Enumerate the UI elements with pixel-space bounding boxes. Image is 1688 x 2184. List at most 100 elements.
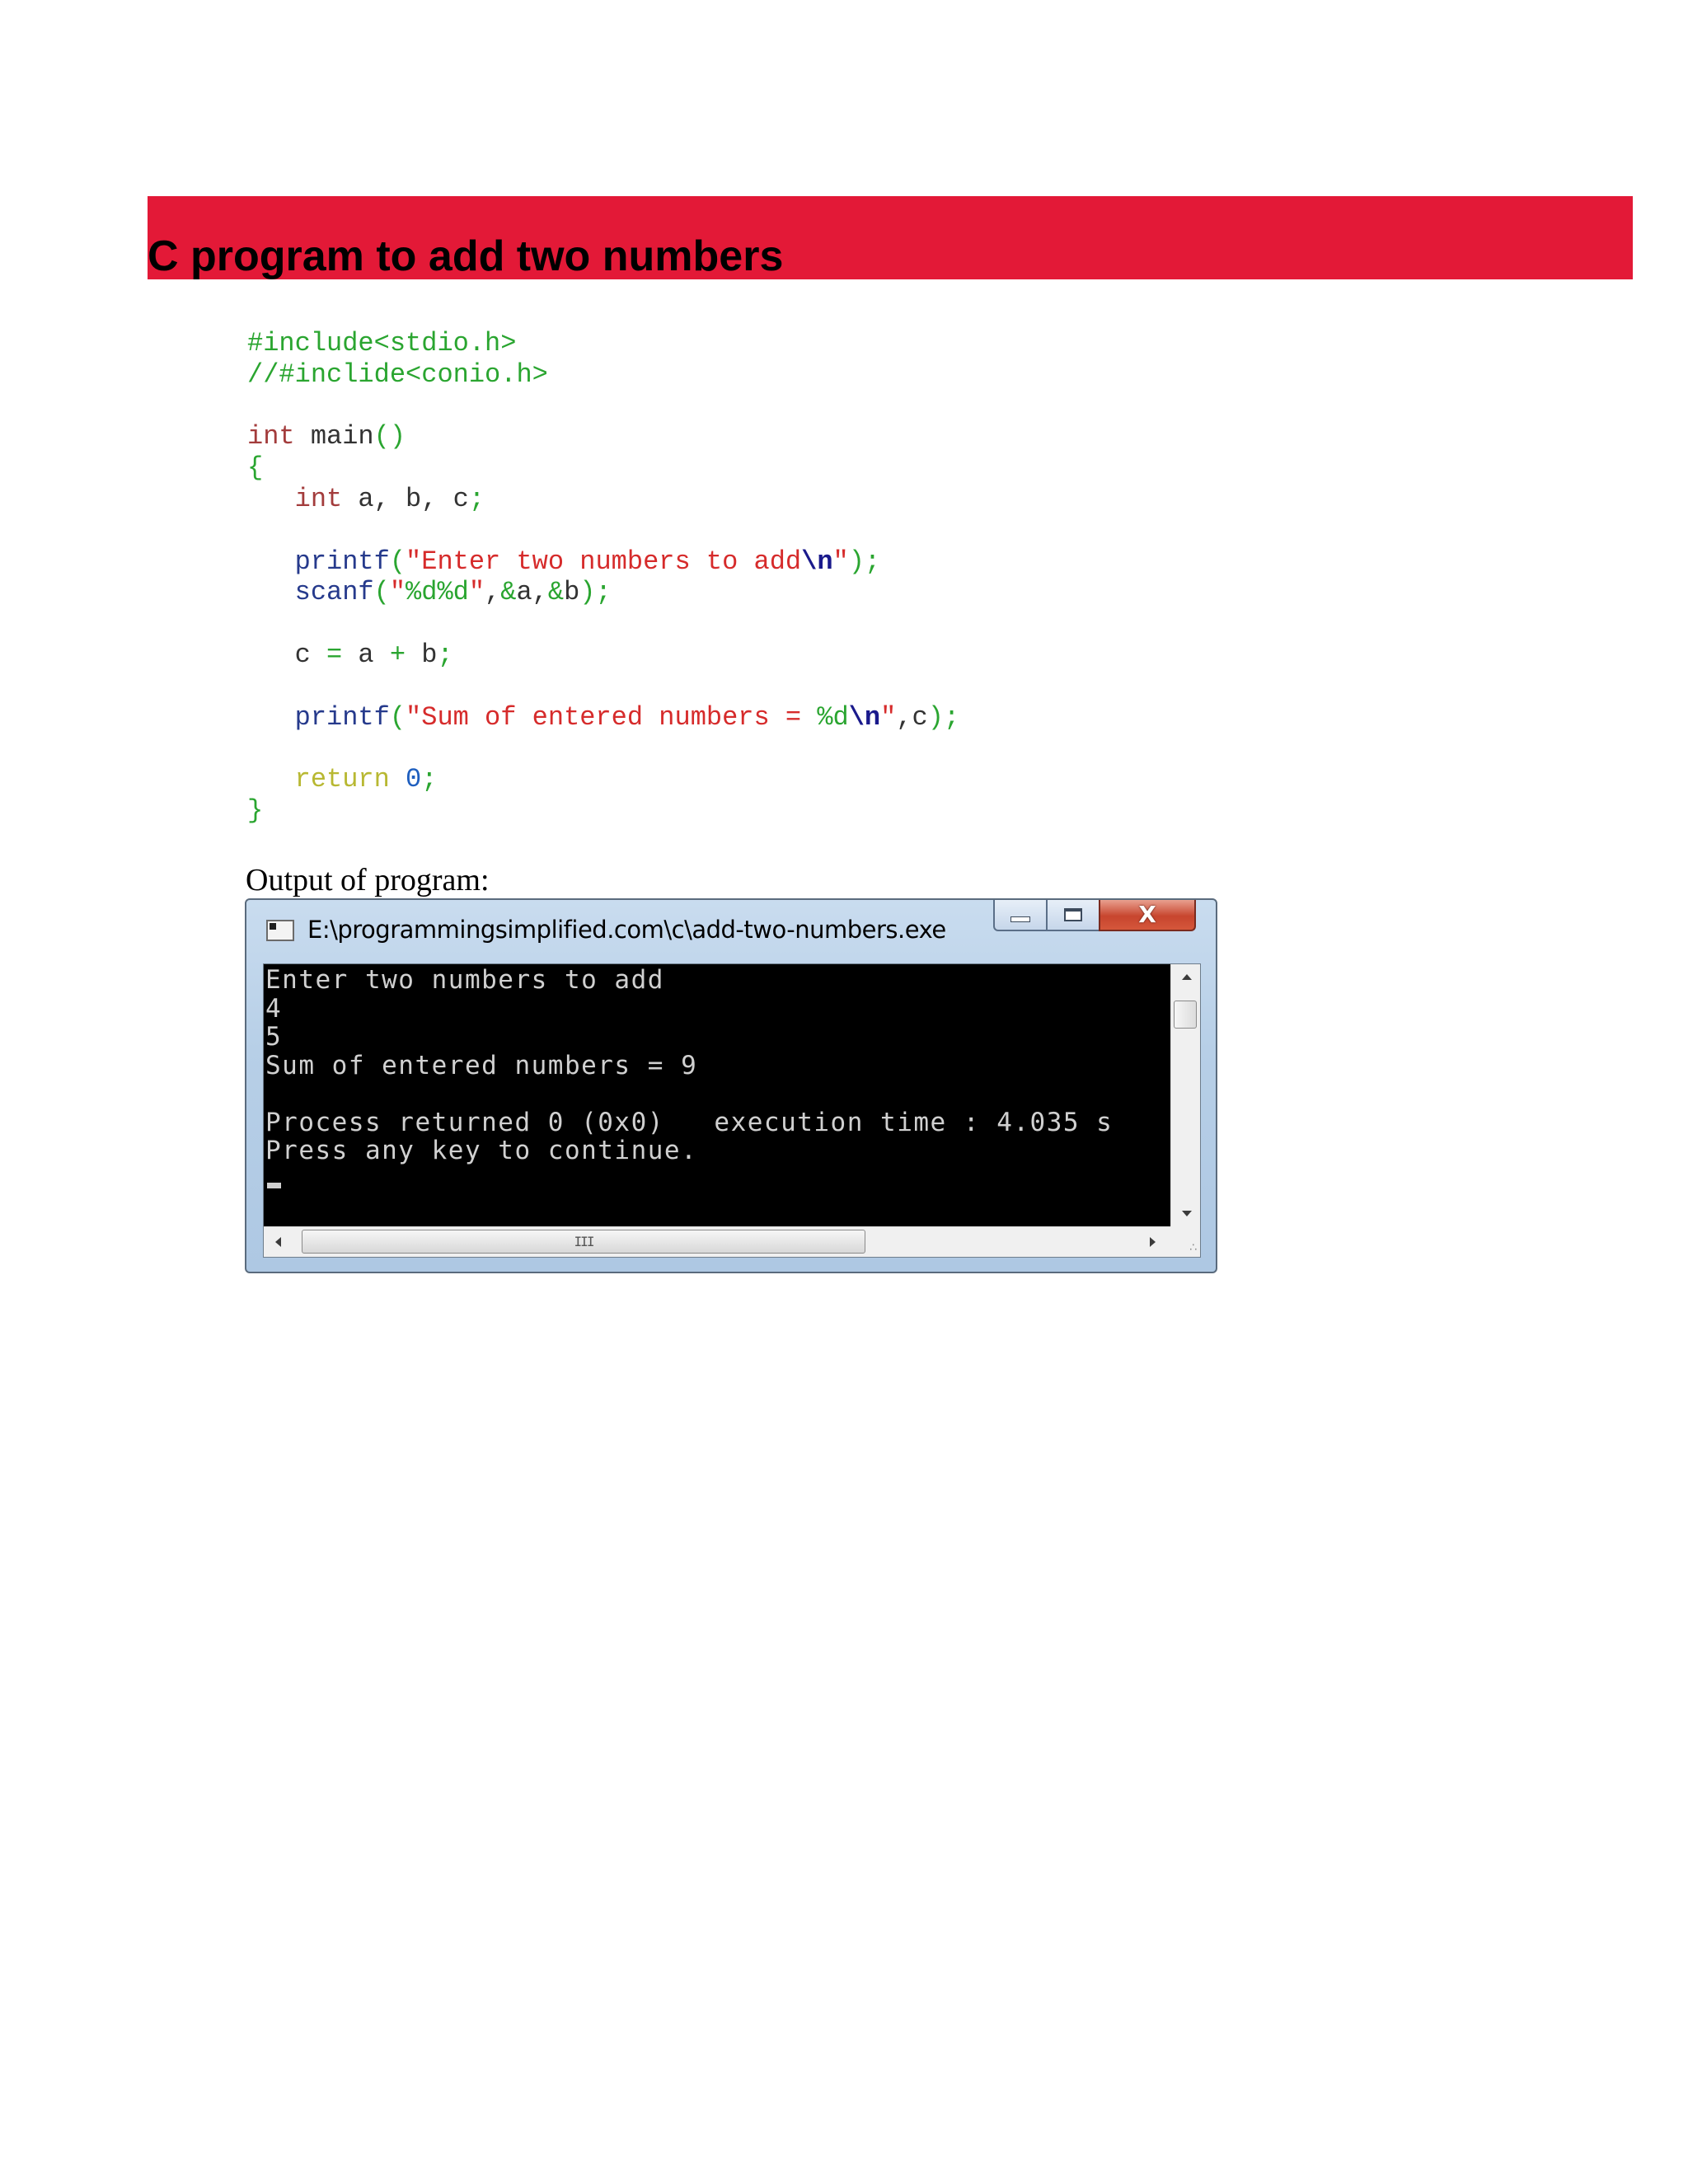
console-line: 5	[265, 1022, 283, 1052]
code-token: ;	[468, 483, 485, 514]
code-line-9: scanf("%d%d",&a,&b);	[247, 577, 959, 608]
code-token: ,	[896, 701, 912, 733]
horizontal-scroll-thumb[interactable]: III	[302, 1230, 865, 1254]
code-token: c	[912, 701, 928, 733]
code-token: 0	[389, 764, 422, 795]
code-line-1: #include<stdio.h>	[247, 328, 959, 359]
code-token: "	[389, 577, 406, 608]
code-token: ()	[373, 421, 406, 452]
close-icon: X	[1138, 901, 1156, 928]
code-token: main	[294, 421, 374, 452]
console-output[interactable]: Enter two numbers to add 4 5 Sum of entered…	[264, 964, 1170, 1226]
arrow-right-icon[interactable]	[1150, 1237, 1156, 1247]
code-token: b	[421, 639, 438, 670]
maximize-icon	[1064, 908, 1082, 921]
arrow-down-icon[interactable]	[1182, 1211, 1192, 1216]
console-line: 4	[265, 993, 283, 1024]
horizontal-scrollbar[interactable]: III	[264, 1226, 1170, 1257]
console-window-title: E:\programmingsimplified.com\c\add-two-n…	[307, 916, 946, 944]
code-line-16: }	[247, 795, 959, 827]
code-listing: #include<stdio.h>//#inclide<conio.h> int …	[247, 328, 959, 827]
code-token: (	[389, 546, 406, 577]
code-token: +	[373, 639, 422, 670]
resize-grip[interactable]: ∴	[1170, 1226, 1200, 1257]
code-line-15: return 0;	[247, 764, 959, 795]
code-token: //#inclide<conio.h>	[247, 359, 548, 390]
minimize-button[interactable]	[993, 900, 1048, 931]
code-line-13: printf("Sum of entered numbers = %d\n",c…	[247, 701, 960, 733]
code-line-6: int a, b, c;	[247, 484, 959, 515]
code-token: c	[294, 639, 311, 670]
code-token: "	[468, 577, 485, 608]
code-token: printf	[294, 701, 390, 733]
code-token: %d%d	[406, 577, 469, 608]
code-token: }	[247, 794, 264, 826]
code-token: printf	[294, 546, 390, 577]
vertical-scrollbar[interactable]	[1170, 964, 1200, 1226]
code-token: int	[294, 483, 343, 514]
code-token: );	[927, 701, 960, 733]
code-token: ,	[485, 577, 501, 608]
minimize-icon	[1010, 916, 1030, 922]
code-token: %d	[817, 701, 849, 733]
code-token: a, b, c	[342, 483, 469, 514]
close-button[interactable]: X	[1099, 900, 1196, 931]
code-line-11: c = a + b;	[247, 640, 959, 671]
code-token: );	[848, 546, 881, 577]
console-title-bar[interactable]: E:\programmingsimplified.com\c\add-two-n…	[246, 900, 1216, 956]
title-banner: C program to add two numbers	[148, 196, 1633, 280]
code-token: {	[247, 452, 264, 484]
console-line: Enter two numbers to add	[265, 965, 664, 995]
code-line-2: //#inclide<conio.h>	[247, 359, 959, 391]
console-line: Sum of entered numbers = 9	[265, 1050, 698, 1080]
console-line: Process returned 0 (0x0) execution time …	[265, 1107, 1114, 1137]
resize-grip-icon: ∴	[1189, 1241, 1197, 1254]
code-token: &	[500, 577, 517, 608]
code-token: return	[294, 764, 390, 795]
code-token: );	[579, 577, 612, 608]
code-token: "	[880, 701, 897, 733]
code-token: scanf	[294, 577, 374, 608]
code-line-8: printf("Enter two numbers to add\n");	[247, 546, 959, 578]
console-client-area: Enter two numbers to add 4 5 Sum of entered…	[263, 963, 1201, 1258]
code-token: #include<stdio.h>	[247, 328, 517, 359]
code-token: \n	[848, 701, 881, 733]
console-text: Enter two numbers to add 4 5 Sum of entered…	[265, 966, 1113, 1165]
code-token: &	[547, 577, 565, 608]
console-cursor	[267, 1183, 281, 1188]
code-token: "Enter two numbers to add	[406, 546, 802, 577]
code-token: "Sum of entered numbers =	[406, 701, 818, 733]
code-token: =	[310, 639, 359, 670]
code-token: (	[389, 701, 406, 733]
code-token: \n	[801, 546, 833, 577]
code-line-5: {	[247, 452, 959, 484]
code-token: ,	[532, 577, 548, 608]
code-token: "	[832, 546, 849, 577]
code-token: ;	[437, 639, 453, 670]
code-token: int	[247, 421, 295, 452]
arrow-up-icon[interactable]	[1182, 974, 1192, 980]
code-token: b	[564, 577, 580, 608]
output-heading: Output of program:	[246, 863, 490, 898]
code-token: a	[516, 577, 532, 608]
code-token: ;	[421, 764, 438, 795]
vertical-scroll-thumb[interactable]	[1174, 1001, 1197, 1029]
code-token: a	[358, 639, 374, 670]
maximize-button[interactable]	[1046, 900, 1100, 931]
scroll-grip-icon: III	[574, 1234, 595, 1249]
console-app-icon[interactable]	[266, 920, 294, 941]
console-window: E:\programmingsimplified.com\c\add-two-n…	[245, 898, 1217, 1273]
arrow-left-icon[interactable]	[275, 1237, 281, 1247]
